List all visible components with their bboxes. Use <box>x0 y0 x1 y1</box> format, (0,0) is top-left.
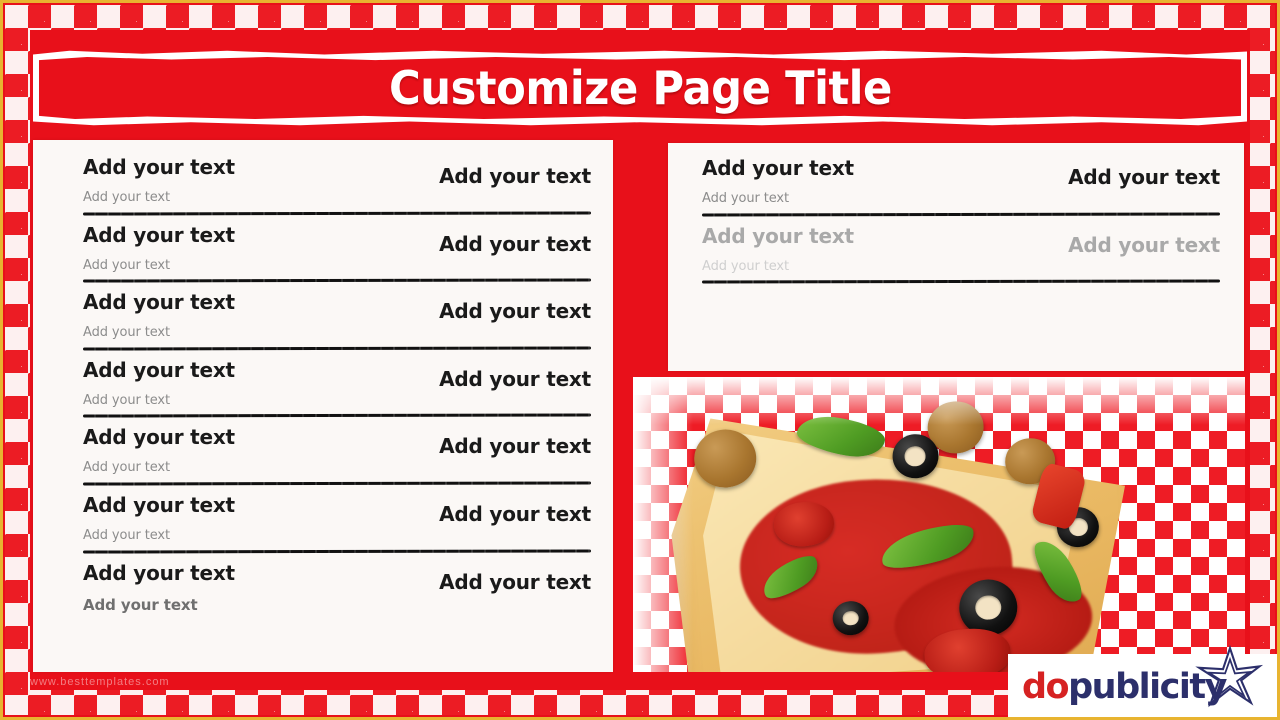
menu-row-divider <box>83 481 591 486</box>
menu-row-divider <box>83 413 591 418</box>
menu-item-description[interactable]: Add your text <box>702 191 1220 207</box>
menu-item-name[interactable]: Add your text <box>83 561 235 585</box>
menu-row-list-left: Add your text Add your text Add your text A… <box>33 140 613 623</box>
menu-item-price[interactable]: Add your text <box>439 165 591 188</box>
menu-row-divider <box>702 212 1220 217</box>
brand-logo[interactable]: dopublicity <box>1008 644 1280 720</box>
menu-row-list-right: Add your text Add your text Add your text A… <box>668 143 1244 292</box>
menu-item-name[interactable]: Add your text <box>702 157 854 180</box>
title-bar: Customize Page Title <box>39 57 1241 119</box>
menu-item-price[interactable]: Add your text <box>1068 233 1220 257</box>
menu-item-name[interactable]: Add your text <box>83 156 235 179</box>
menu-item-description[interactable]: Add your text <box>83 596 591 614</box>
page-title-banner[interactable]: Customize Page Title <box>33 50 1247 126</box>
menu-row-headline: Add your text Add your text <box>83 493 591 526</box>
menu-row[interactable]: Add your text Add your text Add your text <box>83 561 591 623</box>
menu-item-price[interactable]: Add your text <box>439 367 591 391</box>
menu-item-description[interactable]: Add your text <box>702 259 1220 275</box>
menu-item-name[interactable]: Add your text <box>83 291 235 314</box>
menu-row-headline: Add your text Add your text <box>83 291 591 323</box>
page-title: Customize Page Title <box>388 61 892 115</box>
menu-item-description[interactable]: Add your text <box>83 325 591 341</box>
photo-fade-left <box>633 377 693 672</box>
menu-item-price[interactable]: Add your text <box>439 502 591 526</box>
photo-fade-top <box>633 377 1245 425</box>
menu-row-divider <box>83 346 591 351</box>
menu-item-description[interactable]: Add your text <box>83 258 591 274</box>
menu-item-description[interactable]: Add your text <box>83 190 591 206</box>
star-icon <box>1195 644 1264 708</box>
pizza-slice-graphic <box>663 383 1153 672</box>
menu-row-headline: Add your text Add your text <box>83 426 591 458</box>
menu-item-description[interactable]: Add your text <box>83 393 591 409</box>
menu-item-price[interactable]: Add your text <box>439 435 591 458</box>
menu-item-name[interactable]: Add your text <box>83 426 235 449</box>
menu-item-name[interactable]: Add your text <box>83 493 235 517</box>
menu-item-price[interactable]: Add your text <box>439 570 591 594</box>
menu-item-price[interactable]: Add your text <box>439 232 591 256</box>
menu-row-headline: Add your text Add your text <box>702 224 1220 257</box>
menu-panel-right: Add your text Add your text Add your text A… <box>668 143 1244 371</box>
menu-item-name[interactable]: Add your text <box>702 224 854 248</box>
menu-row-headline: Add your text Add your text <box>83 223 591 256</box>
menu-item-name[interactable]: Add your text <box>83 358 235 382</box>
menu-row-divider <box>702 279 1220 284</box>
menu-row-divider <box>83 278 591 283</box>
menu-row[interactable]: Add your text Add your text Add your text <box>83 156 591 224</box>
menu-item-description[interactable]: Add your text <box>83 460 591 476</box>
menu-row[interactable]: Add your text Add your text Add your text <box>702 224 1220 293</box>
menu-item-price[interactable]: Add your text <box>1068 166 1220 189</box>
menu-row-divider <box>83 211 591 216</box>
pizza-slice-photo <box>633 377 1245 672</box>
menu-row-divider <box>83 549 591 554</box>
menu-row[interactable]: Add your text Add your text Add your text <box>83 426 591 494</box>
menu-row-headline: Add your text Add your text <box>83 561 591 594</box>
menu-item-name[interactable]: Add your text <box>83 223 235 247</box>
site-watermark: www.besttemplates.com <box>30 676 170 688</box>
slide-canvas: Customize Page Title Add your text Add yo… <box>0 0 1280 720</box>
logo-text-do: do <box>1022 666 1070 707</box>
menu-row[interactable]: Add your text Add your text Add your text <box>83 291 591 359</box>
menu-row-headline: Add your text Add your text <box>83 156 591 188</box>
menu-row[interactable]: Add your text Add your text Add your text <box>83 223 591 292</box>
menu-row[interactable]: Add your text Add your text Add your text <box>83 493 591 562</box>
menu-row-headline: Add your text Add your text <box>702 157 1220 189</box>
menu-row[interactable]: Add your text Add your text Add your text <box>83 358 591 427</box>
menu-item-price[interactable]: Add your text <box>439 300 591 323</box>
menu-row-headline: Add your text Add your text <box>83 358 591 391</box>
menu-row[interactable]: Add your text Add your text Add your text <box>702 157 1220 225</box>
menu-item-description[interactable]: Add your text <box>83 528 591 544</box>
menu-panel-left: Add your text Add your text Add your text A… <box>33 140 613 672</box>
